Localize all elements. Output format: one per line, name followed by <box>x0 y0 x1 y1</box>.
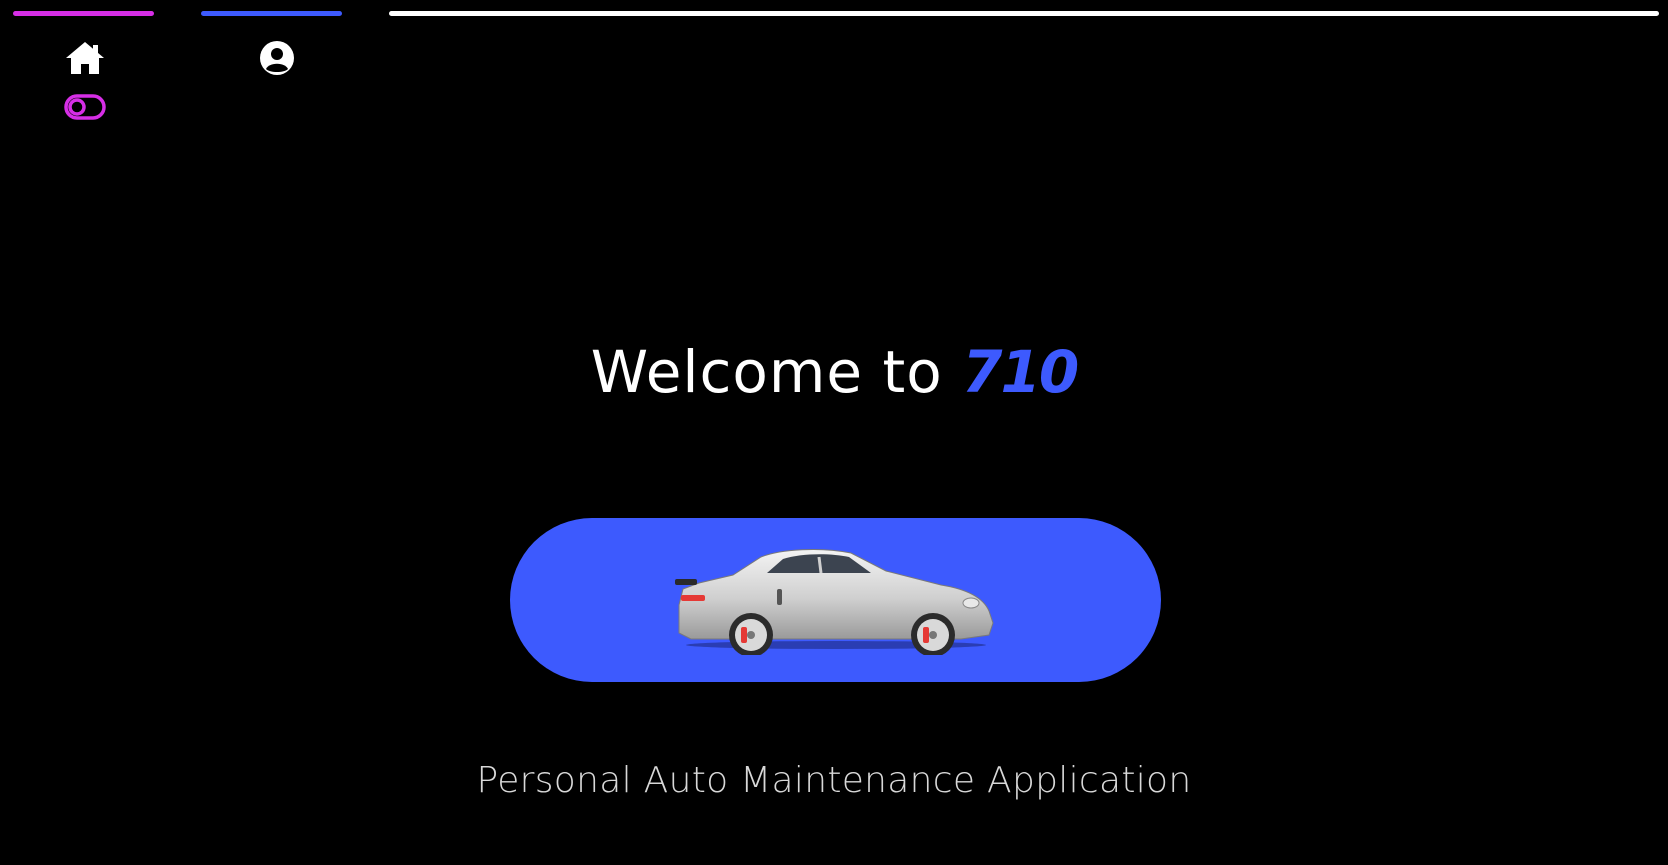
car-button[interactable] <box>510 518 1161 682</box>
profile-tab-indicator <box>201 11 342 16</box>
brand-name: 710 <box>962 338 1079 406</box>
tagline: Personal Auto Maintenance Application <box>476 760 1192 801</box>
landing-page: Welcome to 710 Personal Auto Maintenance… <box>0 0 1668 865</box>
welcome-prefix: Welcome to <box>590 338 963 406</box>
home-tab-indicator <box>13 11 154 16</box>
theme-toggle-icon[interactable] <box>64 94 106 120</box>
header-divider <box>389 11 1659 16</box>
user-circle-icon[interactable] <box>259 40 295 76</box>
sports-car-illustration <box>674 549 994 655</box>
welcome-heading: Welcome to 710 <box>0 332 1668 412</box>
home-icon[interactable] <box>64 40 106 76</box>
